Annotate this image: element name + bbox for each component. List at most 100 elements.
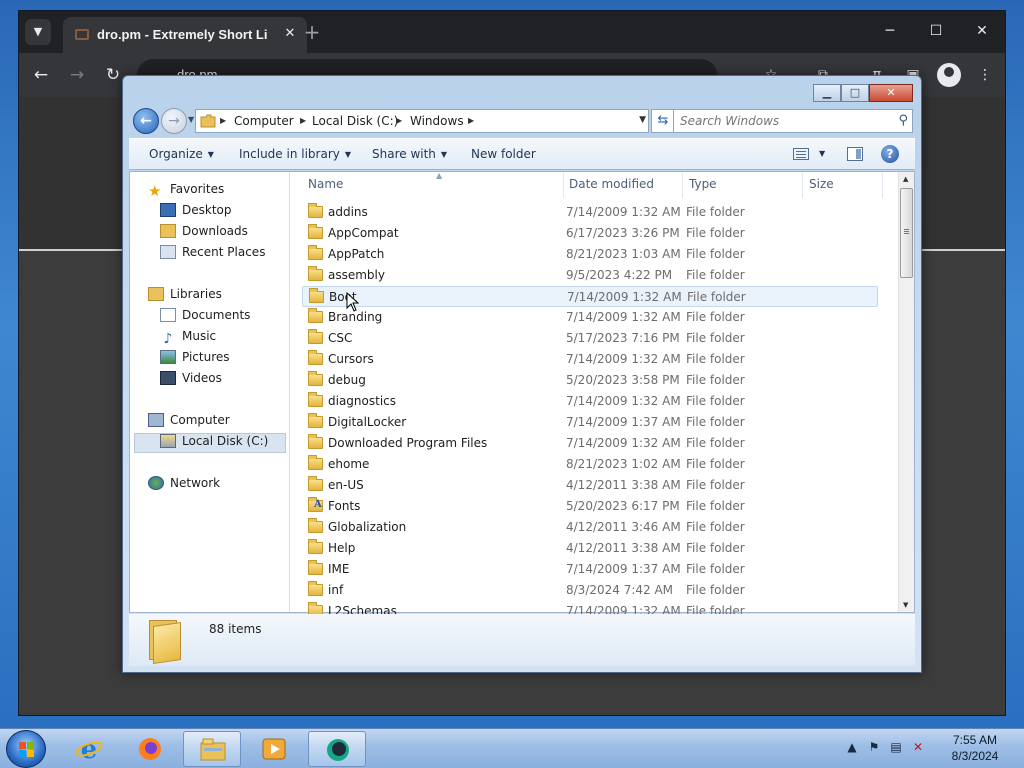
show-hidden-icons-icon[interactable]: ▲ [844, 739, 860, 755]
preview-pane-icon[interactable] [847, 147, 863, 161]
vertical-scrollbar[interactable]: ▲ ▼ [898, 172, 914, 612]
file-row[interactable]: CSC 5/17/2023 7:16 PM File folder [302, 328, 878, 349]
nav-item-desktop[interactable]: Desktop [160, 203, 232, 223]
nav-item-label: Local Disk (C:) [182, 434, 269, 448]
refresh-icon[interactable]: ⇆ [651, 109, 675, 133]
search-box[interactable]: ⚲ [673, 109, 913, 133]
taskbar-media-player[interactable] [245, 731, 303, 767]
file-row[interactable]: ehome 8/21/2023 1:02 AM File folder [302, 454, 878, 475]
column-header-size[interactable]: Size [803, 172, 883, 198]
chrome-maximize-button[interactable]: ☐ [913, 19, 959, 43]
taskbar-clock[interactable]: 7:55 AM 8/3/2024 [940, 732, 1010, 764]
file-row[interactable]: AppCompat 6/17/2023 3:26 PM File folder [302, 223, 878, 244]
nav-item-network[interactable]: Network [148, 476, 220, 496]
nav-item-local-disk[interactable]: Local Disk (C:) [134, 433, 286, 453]
start-button[interactable] [6, 730, 46, 768]
file-row[interactable]: Help 4/12/2011 3:38 AM File folder [302, 538, 878, 559]
breadcrumb-local-disk[interactable]: Local Disk (C:) [312, 114, 398, 128]
nav-item-favorites[interactable]: ★ Favorites [148, 182, 224, 202]
item-count: 88 items [209, 622, 262, 636]
nav-item-label: Network [170, 476, 221, 490]
file-row[interactable]: IME 7/14/2009 1:37 AM File folder [302, 559, 878, 580]
nav-item-videos[interactable]: Videos [160, 371, 222, 391]
file-row[interactable]: Downloaded Program Files 7/14/2009 1:32 A… [302, 433, 878, 454]
new-folder-button[interactable]: New folder [471, 147, 536, 161]
share-with-button[interactable]: Share with ▼ [372, 147, 447, 161]
explorer-close-button[interactable]: ✕ [869, 84, 913, 102]
clock-date: 8/3/2024 [951, 749, 999, 763]
include-in-library-button[interactable]: Include in library ▼ [239, 147, 351, 161]
file-name: assembly [328, 268, 385, 282]
file-row[interactable]: DigitalLocker 7/14/2009 1:37 AM File folde… [302, 412, 878, 433]
file-row[interactable]: Fonts 5/20/2023 6:17 PM File folder [302, 496, 878, 517]
breadcrumb-windows[interactable]: Windows [410, 114, 464, 128]
profile-avatar-icon[interactable] [937, 63, 961, 87]
tab-close-icon[interactable]: ✕ [281, 25, 299, 43]
explorer-minimize-button[interactable]: ▁ [813, 84, 841, 102]
network-status-icon[interactable]: ▤ [888, 739, 904, 755]
nav-item-pictures[interactable]: Pictures [160, 350, 230, 370]
address-history-dropdown-icon[interactable]: ▼ [639, 115, 646, 125]
file-row[interactable]: assembly 9/5/2023 4:22 PM File folder [302, 265, 878, 286]
forward-icon[interactable]: → [65, 63, 89, 87]
column-header-type[interactable]: Type [683, 172, 803, 198]
recent-pages-dropdown-icon[interactable]: ▼ [188, 115, 194, 124]
chrome-tab[interactable]: dro.pm - Extremely Short Link ✕ [63, 17, 307, 53]
chrome-minimize-button[interactable]: ─ [867, 19, 913, 43]
svg-text:e: e [81, 736, 98, 762]
explorer-maximize-button[interactable]: □ [841, 84, 869, 102]
chrome-close-button[interactable]: ✕ [959, 19, 1005, 43]
nav-item-documents[interactable]: Documents [160, 308, 250, 328]
file-row[interactable]: Boot 7/14/2009 1:32 AM File folder [302, 286, 878, 307]
nav-item-computer[interactable]: Computer [148, 413, 230, 433]
back-icon[interactable]: ← [29, 63, 53, 87]
nav-item-recent-places[interactable]: Recent Places [160, 245, 265, 265]
taskbar-firefox[interactable] [121, 731, 179, 767]
volume-muted-icon[interactable]: ✕ [910, 739, 926, 755]
explorer-folder-icon [200, 738, 226, 761]
chrome-menu-icon[interactable]: ⋮ [973, 63, 997, 87]
help-icon[interactable]: ? [881, 145, 899, 163]
column-header-name[interactable]: Name ▲ [302, 171, 564, 198]
file-name: Downloaded Program Files [328, 436, 488, 450]
file-row[interactable]: Branding 7/14/2009 1:32 AM File folder [302, 307, 878, 328]
file-row[interactable]: Cursors 7/14/2009 1:32 AM File folder [302, 349, 878, 370]
taskbar-internet-explorer[interactable]: e [60, 731, 118, 767]
scroll-up-icon[interactable]: ▲ [903, 175, 908, 183]
column-header-date-modified[interactable]: Date modified [563, 172, 683, 198]
organize-label: Organize [149, 147, 203, 161]
action-center-flag-icon[interactable]: ⚑ [866, 739, 882, 755]
organize-button[interactable]: Organize ▼ [149, 147, 214, 161]
file-row[interactable]: inf 8/3/2024 7:42 AM File folder [302, 580, 878, 601]
breadcrumb-separator-icon[interactable]: ▶ [396, 116, 402, 125]
nav-item-downloads[interactable]: Downloads [160, 224, 248, 244]
address-bar[interactable]: ▶ Computer ▶ Local Disk (C:) ▶ Windows ▶… [195, 109, 649, 133]
breadcrumb-separator-icon[interactable]: ▶ [300, 116, 306, 125]
nav-item-music[interactable]: ♪ Music [160, 329, 217, 349]
file-row[interactable]: diagnostics 7/14/2009 1:32 AM File folder [302, 391, 878, 412]
explorer-forward-icon[interactable]: → [161, 108, 187, 134]
folder-icon [308, 329, 323, 344]
search-icon[interactable]: ⚲ [898, 113, 908, 128]
file-row[interactable]: Globalization 4/12/2011 3:46 AM File folde… [302, 517, 878, 538]
breadcrumb-separator-icon[interactable]: ▶ [468, 116, 474, 125]
file-row[interactable]: en-US 4/12/2011 3:38 AM File folder [302, 475, 878, 496]
taskbar: e ▲ ⚑ ▤ ✕ 7:55 AM 8/3/2024 [0, 728, 1024, 768]
breadcrumb-separator-icon[interactable]: ▶ [220, 116, 226, 125]
nav-item-libraries[interactable]: Libraries [148, 287, 222, 307]
file-name: AppPatch [328, 247, 385, 261]
file-row[interactable]: debug 5/20/2023 3:58 PM File folder [302, 370, 878, 391]
file-row[interactable]: AppPatch 8/21/2023 1:03 AM File folder [302, 244, 878, 265]
explorer-back-icon[interactable]: ← [133, 108, 159, 134]
breadcrumb-computer[interactable]: Computer [234, 114, 294, 128]
view-options-dropdown-icon[interactable]: ▼ [819, 149, 825, 158]
file-row[interactable]: addins 7/14/2009 1:32 AM File folder [302, 202, 878, 223]
scrollbar-thumb[interactable] [900, 188, 913, 278]
search-input[interactable] [680, 113, 880, 129]
taskbar-windows-explorer[interactable] [183, 731, 241, 767]
taskbar-chrome-app[interactable] [308, 731, 366, 767]
scroll-down-icon[interactable]: ▼ [903, 601, 908, 609]
new-tab-button[interactable]: + [301, 21, 323, 43]
change-view-icon[interactable] [793, 148, 809, 160]
tab-search-button[interactable]: ▼ [25, 19, 51, 45]
